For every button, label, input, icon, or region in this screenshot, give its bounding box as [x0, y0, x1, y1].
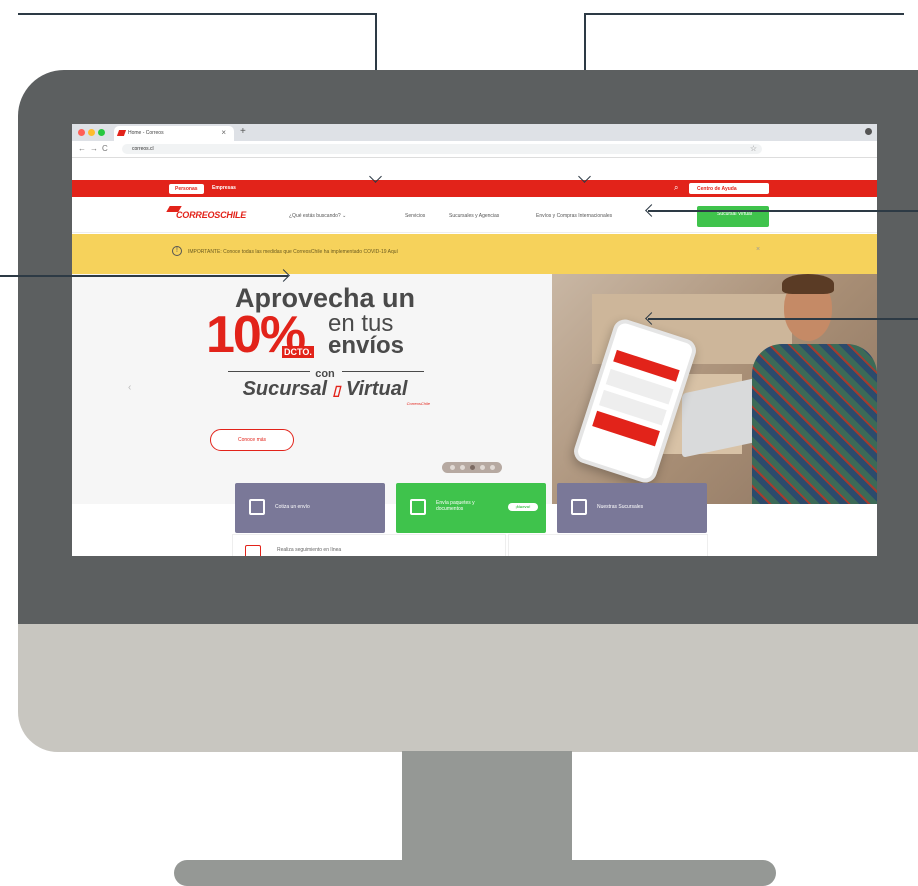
callout-line: [0, 275, 288, 277]
correos-logo[interactable]: CORREOSCHILE: [166, 206, 247, 220]
callout-line: [648, 210, 918, 212]
close-icon[interactable]: ×: [756, 246, 760, 253]
forward-icon[interactable]: →: [90, 144, 98, 153]
divider: [342, 371, 424, 372]
tab-empresas[interactable]: Empresas: [212, 185, 236, 191]
tab-bar: Home - Correos × +: [72, 124, 877, 141]
nav-item-sucursales[interactable]: Sucursales y Agencias: [449, 213, 499, 219]
package-icon: [410, 499, 426, 515]
hero-sucursal: Sucursal: [242, 378, 328, 400]
hero-con: con: [315, 368, 335, 380]
conoce-mas-button[interactable]: Conoce más: [210, 429, 294, 451]
tile-envia[interactable]: Envía paquetes y documentos ¡Nuevo!: [396, 483, 546, 533]
carousel-dots: [442, 462, 502, 473]
carousel-dot[interactable]: [450, 465, 455, 470]
callout-line: [18, 13, 376, 15]
tile-sucursales[interactable]: Nuestras Sucursales: [557, 483, 707, 533]
carousel-dot[interactable]: [480, 465, 485, 470]
carousel-dot[interactable]: [490, 465, 495, 470]
stage: Home - Correos × + ← → C correos.cl ☆ Pe…: [0, 0, 918, 886]
tracking-label: Realiza seguimiento en línea: [277, 547, 342, 553]
back-icon[interactable]: ←: [78, 144, 86, 153]
favicon-icon: [116, 130, 127, 136]
close-window-icon[interactable]: [78, 129, 85, 136]
callout-line: [584, 13, 904, 15]
site-navbar: CORREOSCHILE ¿Qué estás buscando? ⌄ Serv…: [72, 197, 877, 233]
tracking-icon: [245, 545, 261, 556]
tile-label: Cotiza un envío: [275, 504, 310, 510]
nav-item-search[interactable]: ¿Qué estás buscando? ⌄: [289, 213, 346, 219]
hero-envios: envíos: [328, 332, 405, 359]
person-image: [752, 344, 877, 504]
notice-text[interactable]: IMPORTANTE: Conoce todas las medidas que…: [188, 249, 398, 255]
location-search-icon: [571, 499, 587, 515]
url-input[interactable]: correos.cl: [122, 144, 762, 154]
close-tab-icon[interactable]: ×: [221, 128, 226, 137]
hero-virtual: Virtual: [345, 378, 408, 400]
new-tab-icon[interactable]: +: [240, 126, 246, 137]
minimize-window-icon[interactable]: [88, 129, 95, 136]
address-bar-row: ← → C correos.cl ☆: [72, 141, 877, 158]
side-card: [508, 534, 708, 556]
search-icon[interactable]: ⌕: [674, 183, 678, 193]
hero-discount-row: 10% DCTO. en tus envíos: [206, 309, 440, 362]
divider: [228, 371, 310, 372]
hero-dcto: DCTO.: [282, 346, 314, 358]
browser-tab[interactable]: Home - Correos ×: [114, 126, 234, 141]
hero-sucursal-virtual: Sucursal ▯ Virtual: [210, 378, 440, 401]
url-text: correos.cl: [132, 146, 154, 152]
hero-con-row: con: [210, 364, 440, 380]
help-center-button[interactable]: Centro de Ayuda: [689, 183, 769, 194]
callout-line: [648, 318, 918, 320]
phone-glyph-icon: ▯: [332, 382, 341, 398]
tile-label: Envía paquetes y documentos: [436, 500, 475, 512]
monitor-stand: [402, 751, 572, 863]
carousel-dot[interactable]: [460, 465, 465, 470]
tile-cotiza[interactable]: Cotiza un envío: [235, 483, 385, 533]
tab-title: Home - Correos: [128, 130, 164, 136]
person-hair-image: [782, 274, 834, 294]
monitor-chin: [18, 624, 918, 752]
carousel-prev-icon[interactable]: ‹: [128, 382, 131, 393]
logo-text: CORREOSCHILE: [176, 210, 247, 220]
help-center-label: Centro de Ayuda: [697, 186, 737, 192]
reload-icon[interactable]: C: [102, 144, 108, 153]
tab-personas[interactable]: Personas: [169, 184, 204, 194]
profile-icon[interactable]: [865, 128, 872, 135]
star-icon[interactable]: ☆: [750, 144, 757, 153]
info-icon: !: [172, 246, 182, 256]
covid-notice: ! IMPORTANTE: Conoce todas las medidas q…: [72, 234, 877, 274]
hero-headline: Aprovecha un 10% DCTO. en tus envíos con…: [206, 284, 440, 406]
site-topbar: Personas Empresas ⌕ Centro de Ayuda: [72, 180, 877, 197]
browser-screen: Home - Correos × + ← → C correos.cl ☆ Pe…: [72, 124, 877, 556]
tracking-card[interactable]: Realiza seguimiento en línea: [232, 534, 506, 556]
tile-label: Nuestras Sucursales: [597, 504, 644, 510]
monitor-base: [174, 860, 776, 886]
calculator-icon: [249, 499, 265, 515]
nav-item-envios[interactable]: Envíos y Compras Internacionales: [536, 213, 612, 219]
hero-brand: CorreosChile: [406, 401, 430, 406]
nav-item-servicios[interactable]: Servicios: [405, 213, 425, 219]
new-badge: ¡Nuevo!: [508, 503, 538, 511]
maximize-window-icon[interactable]: [98, 129, 105, 136]
carousel-dot-active[interactable]: [470, 465, 475, 470]
